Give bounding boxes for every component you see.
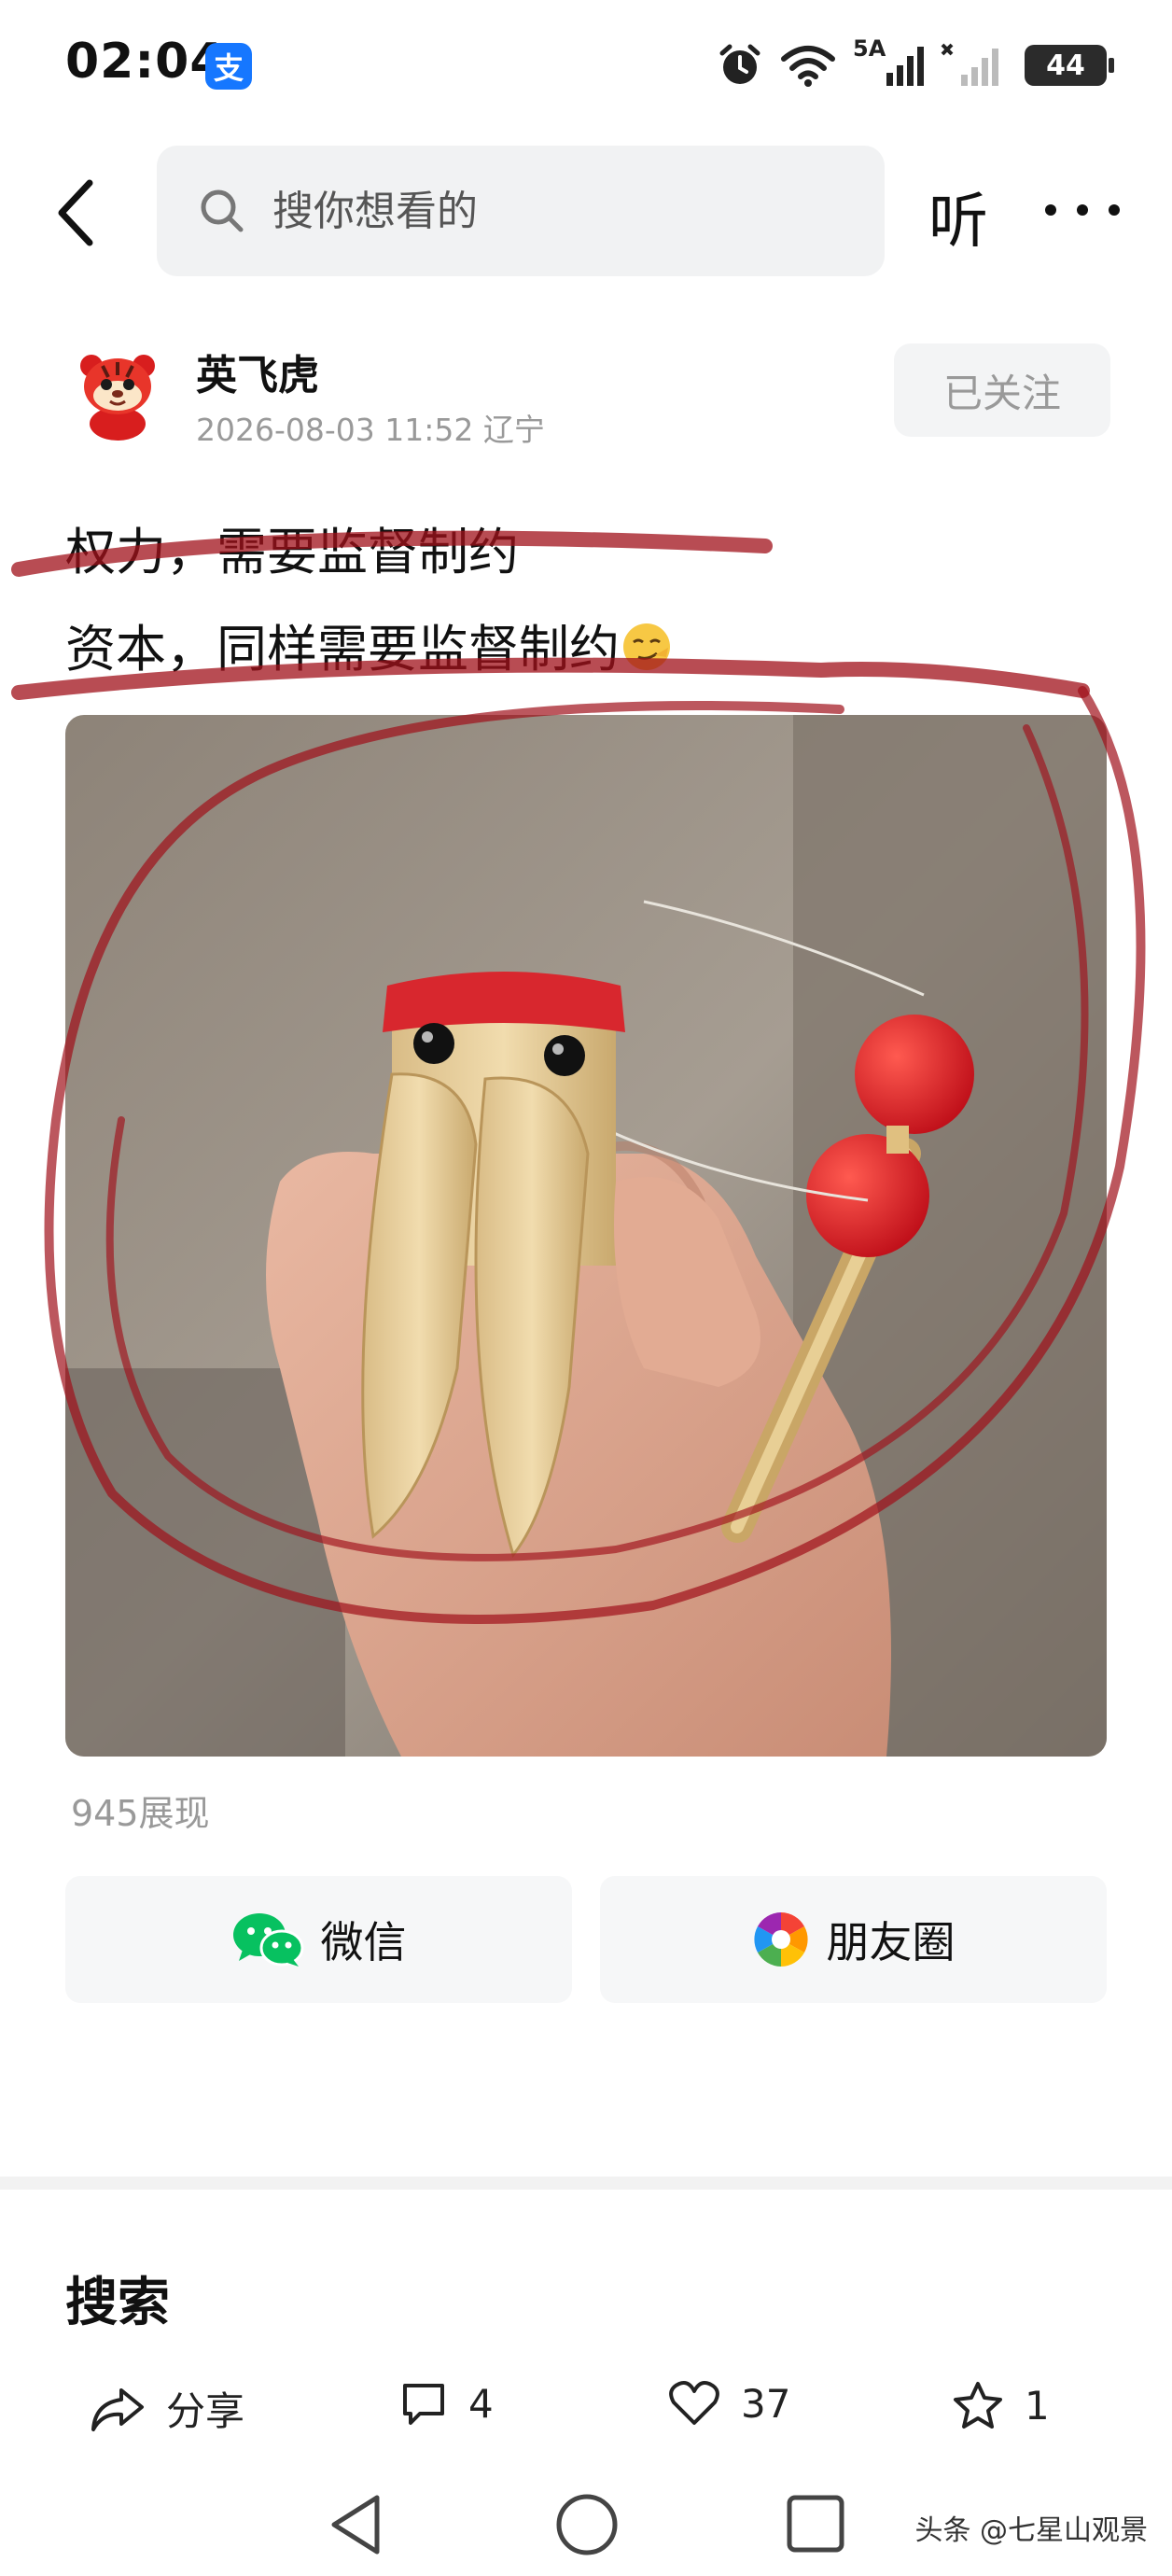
search-icon xyxy=(201,189,244,232)
share-label: 分享 xyxy=(166,2388,245,2434)
listen-button[interactable]: 听 xyxy=(928,174,988,259)
comment-button[interactable]: 4 xyxy=(399,2380,494,2427)
post-line: 权力，需要监督制约 xyxy=(65,523,519,581)
star-icon xyxy=(954,2382,1002,2429)
share-moments-label: 朋友圈 xyxy=(826,1917,956,1967)
tiger-avatar-icon xyxy=(65,338,170,442)
share-wechat-button[interactable]: 微信 xyxy=(65,1876,572,2003)
post-image[interactable] xyxy=(65,715,1107,1757)
moments-icon xyxy=(753,1912,808,1967)
post-meta: 2026-08-03 11:52 辽宁 xyxy=(196,412,545,448)
author-row: 英飞虎 2026-08-03 11:52 辽宁 已关注 xyxy=(65,338,1110,450)
follow-button[interactable]: 已关注 xyxy=(894,343,1110,437)
smirk-emoji-icon xyxy=(623,623,670,670)
alarm-icon xyxy=(719,44,760,84)
post-line: 资本，同样需要监督制约 xyxy=(65,620,620,679)
view-count: 945展现 xyxy=(71,1793,210,1834)
like-count: 37 xyxy=(741,2380,791,2427)
nav-back-icon[interactable] xyxy=(327,2492,384,2557)
more-dot-icon xyxy=(1077,204,1088,216)
section-divider xyxy=(0,2177,1172,2190)
nav-recents-icon[interactable] xyxy=(786,2494,845,2554)
wechat-icon xyxy=(232,1913,303,1967)
search-bar[interactable] xyxy=(157,146,885,276)
back-button[interactable] xyxy=(47,175,112,250)
avatar[interactable] xyxy=(65,338,170,442)
battery-icon: 44 xyxy=(1025,45,1114,86)
more-dot-icon xyxy=(1109,204,1120,216)
wifi-icon xyxy=(781,46,835,87)
nav-home-icon[interactable] xyxy=(554,2492,620,2557)
comment-icon xyxy=(403,2384,444,2425)
cellular-signal-icon: 5A xyxy=(853,35,924,90)
cellular-signal-weak-icon xyxy=(941,43,998,86)
share-arrow-icon xyxy=(91,2387,144,2431)
more-options-button[interactable] xyxy=(1045,177,1120,243)
like-button[interactable]: 37 xyxy=(668,2380,790,2427)
favorite-button[interactable]: 1 xyxy=(952,2380,1050,2430)
share-moments-button[interactable]: 朋友圈 xyxy=(600,1876,1107,2003)
share-row: 微信 朋友圈 xyxy=(65,1876,1107,2003)
system-icons: 5A 44 xyxy=(717,35,1114,93)
chevron-left-icon xyxy=(58,179,93,246)
share-button[interactable]: 分享 xyxy=(90,2380,244,2437)
heart-icon xyxy=(669,2381,719,2425)
top-nav: 听 xyxy=(0,140,1172,280)
status-time: 02:04 xyxy=(65,34,225,90)
favorite-count: 1 xyxy=(1025,2382,1050,2429)
status-bar: 02:04 支 5A 44 xyxy=(0,0,1172,131)
post-line-with-emoji: 资本，同样需要监督制约 xyxy=(65,601,674,698)
author-name[interactable]: 英飞虎 xyxy=(196,342,319,401)
post-text: 权力，需要监督制约 资本，同样需要监督制约 xyxy=(65,504,674,698)
search-input[interactable] xyxy=(272,187,795,235)
watermark: 头条 @七星山观景 xyxy=(914,2514,1148,2547)
alipay-icon: 支 xyxy=(205,43,252,90)
share-wechat-label: 微信 xyxy=(320,1917,407,1967)
more-dot-icon xyxy=(1045,204,1056,216)
section-title: 搜索 xyxy=(65,2273,170,2333)
comment-count: 4 xyxy=(468,2380,494,2427)
cicada-toy-photo xyxy=(65,715,1107,1757)
action-bar: 分享 4 37 1 xyxy=(0,2371,1172,2455)
